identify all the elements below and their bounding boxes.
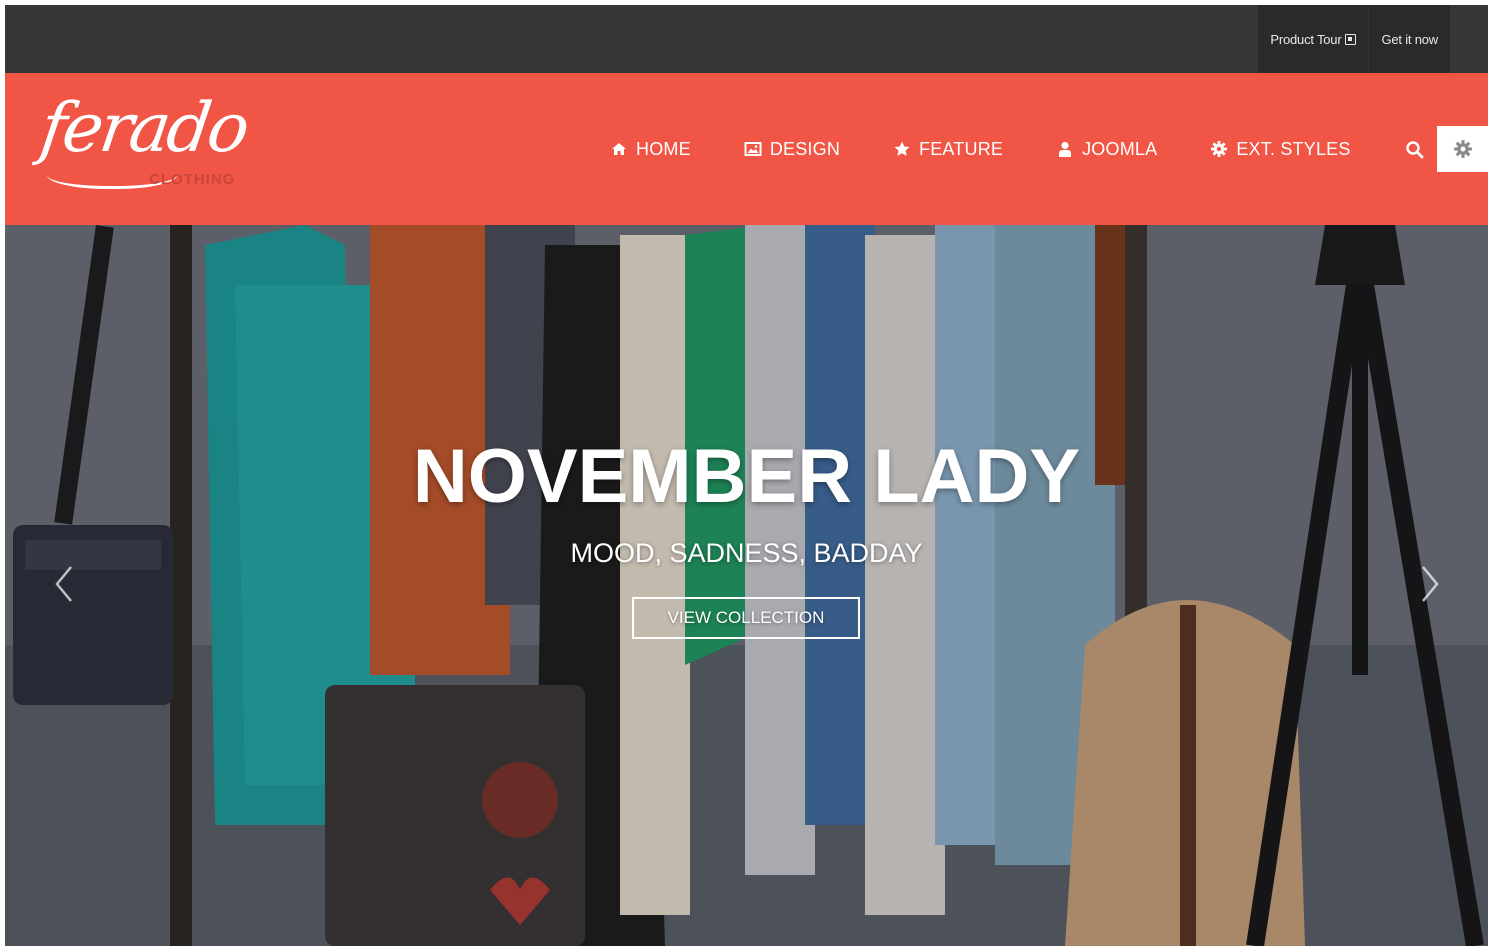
top-bar: Product Tour Get it now (5, 5, 1488, 73)
user-icon (1059, 141, 1072, 157)
home-icon (612, 143, 626, 155)
nav-item-label: HOME (636, 138, 691, 159)
hero-title: NOVEMBER LADY (412, 434, 1081, 519)
get-it-now-link[interactable]: Get it now (1368, 5, 1450, 73)
nav-item-label: EXT. STYLES (1236, 138, 1351, 159)
page-frame: Product Tour Get it now ferado CLOTHING … (5, 5, 1488, 946)
nav-item-label: FEATURE (919, 138, 1004, 159)
slider-next-button[interactable] (1417, 563, 1445, 605)
nav-item-joomla[interactable]: JOOMLA (1056, 139, 1157, 160)
external-link-icon (1345, 33, 1357, 45)
nav-item-label: JOOMLA (1082, 138, 1158, 159)
product-tour-label: Product Tour (1270, 31, 1342, 47)
hero-overlay (5, 225, 1488, 946)
gear-icon (1453, 140, 1472, 158)
hero-slider: NOVEMBER LADY MOOD, SADNESS, BADDAY VIEW… (5, 225, 1488, 946)
site-logo[interactable]: ferado CLOTHING (35, 89, 261, 199)
top-bar-links: Product Tour Get it now (1258, 5, 1450, 73)
slider-prev-button[interactable] (49, 563, 77, 605)
product-tour-link[interactable]: Product Tour (1258, 5, 1368, 73)
get-it-now-label: Get it now (1381, 31, 1438, 47)
site-header: ferado CLOTHING HOME DESIGN FEATURE JOOM… (5, 73, 1488, 225)
search-button[interactable] (1404, 139, 1426, 161)
nav-item-home[interactable]: HOME (610, 139, 691, 160)
view-collection-button[interactable]: VIEW COLLECTION (632, 597, 860, 639)
nav-item-ext-styles[interactable]: EXT. STYLES (1210, 139, 1350, 160)
chevron-right-icon (1422, 566, 1439, 602)
hero-subtitle: MOOD, SADNESS, BADDAY (570, 538, 923, 568)
logo-script: ferado (35, 89, 252, 168)
chevron-left-icon (55, 566, 72, 602)
logo-subtitle: CLOTHING (149, 171, 236, 188)
search-icon (1406, 141, 1424, 159)
main-nav: HOME DESIGN FEATURE JOOMLA EXT. STYLES (610, 73, 1351, 225)
star-icon (894, 141, 910, 156)
nav-item-design[interactable]: DESIGN (744, 139, 840, 160)
image-icon (744, 142, 762, 156)
nav-item-feature[interactable]: FEATURE (893, 139, 1003, 160)
nav-item-label: DESIGN (769, 138, 841, 159)
cog-icon (1211, 141, 1228, 157)
settings-button[interactable] (1437, 126, 1488, 172)
